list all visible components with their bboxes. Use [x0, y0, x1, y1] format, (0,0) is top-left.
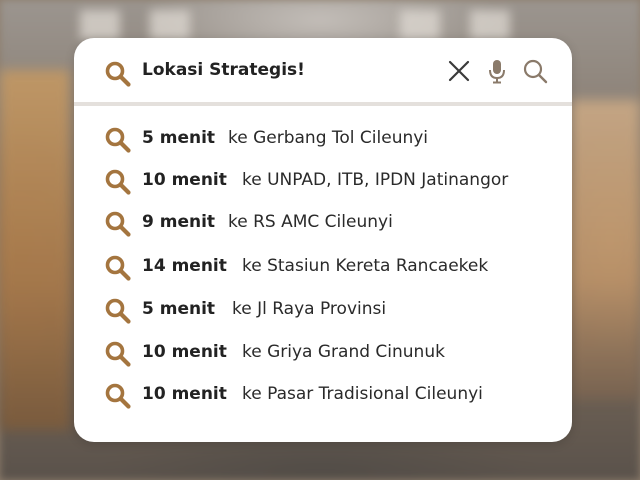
travel-time: 5 menit	[142, 128, 216, 148]
background-window	[80, 10, 120, 40]
list-item[interactable]: 5 menit ke Gerbang Tol Cileunyi	[74, 122, 572, 156]
travel-time: 9 menit	[142, 212, 216, 232]
search-icon	[104, 126, 132, 158]
background-window	[470, 10, 510, 40]
list-item[interactable]: 10 menit ke Pasar Tradisional Cileunyi	[74, 378, 572, 412]
background-window	[150, 10, 190, 40]
background-window	[400, 10, 440, 40]
background-wall-left	[0, 70, 70, 430]
destination: ke RS AMC Cileunyi	[228, 212, 393, 232]
destination: ke UNPAD, ITB, IPDN Jatinangor	[242, 170, 509, 190]
destination: ke Griya Grand Cinunuk	[242, 342, 445, 362]
travel-time: 5 menit	[142, 299, 216, 319]
search-icon	[104, 254, 132, 286]
search-input[interactable]: Lokasi Strategis!	[142, 60, 305, 80]
travel-time: 10 menit	[142, 384, 227, 404]
search-icon	[104, 297, 132, 329]
close-icon[interactable]	[446, 58, 472, 84]
list-item[interactable]: 9 menit ke RS AMC Cileunyi	[74, 206, 572, 240]
microphone-icon[interactable]	[484, 58, 510, 84]
travel-time: 14 menit	[142, 256, 227, 276]
list-item[interactable]: 10 menit ke UNPAD, ITB, IPDN Jatinangor	[74, 164, 572, 198]
list-item[interactable]: 14 menit ke Stasiun Kereta Rancaekek	[74, 250, 572, 284]
destination: ke Jl Raya Provinsi	[232, 299, 387, 319]
search-icon	[104, 382, 132, 414]
search-icon[interactable]	[522, 58, 548, 84]
search-icon	[104, 60, 132, 92]
search-icon	[104, 340, 132, 372]
search-actions	[446, 58, 548, 84]
search-card: Lokasi Strategis! 5 menit ke Gerbang Tol…	[74, 38, 572, 442]
travel-time: 10 menit	[142, 170, 227, 190]
search-icon	[104, 168, 132, 200]
divider	[74, 102, 572, 106]
destination: ke Gerbang Tol Cileunyi	[228, 128, 429, 148]
travel-time: 10 menit	[142, 342, 227, 362]
search-icon	[104, 210, 132, 242]
list-item[interactable]: 10 menit ke Griya Grand Cinunuk	[74, 336, 572, 370]
background-wall-right	[570, 100, 640, 400]
search-bar[interactable]: Lokasi Strategis!	[74, 38, 572, 104]
list-item[interactable]: 5 menit ke Jl Raya Provinsi	[74, 293, 572, 327]
destination: ke Pasar Tradisional Cileunyi	[242, 384, 483, 404]
destination: ke Stasiun Kereta Rancaekek	[242, 256, 489, 276]
